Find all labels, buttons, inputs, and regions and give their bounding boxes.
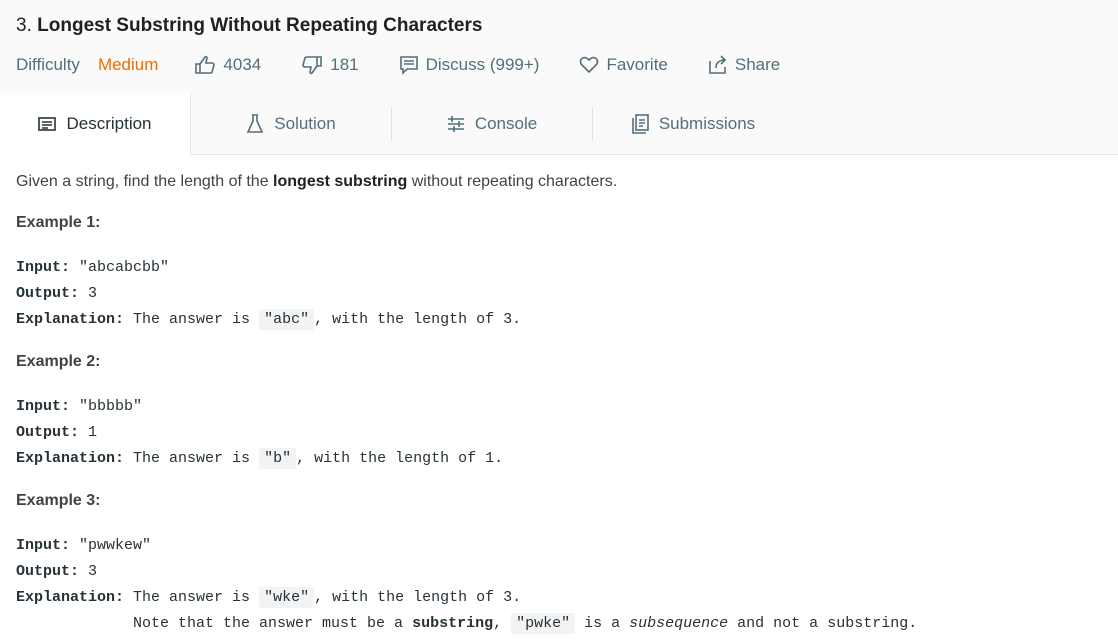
difficulty-label: Difficulty xyxy=(16,55,80,74)
like-button[interactable]: 4034 xyxy=(194,55,261,75)
description-part: Given a string, find the length of the xyxy=(16,173,274,190)
example-block: Input: "abcabcbb" Output: 3 Explanation:… xyxy=(16,255,521,333)
output-value: 1 xyxy=(79,424,98,441)
example-block: Input: "pwwkew" Output: 3 Explanation: T… xyxy=(16,533,917,637)
problem-header: 3. Longest Substring Without Repeating C… xyxy=(0,0,1118,94)
note-italic: subsequence xyxy=(629,615,729,632)
input-value: "pwwkew" xyxy=(70,537,152,554)
tab-console[interactable]: Console xyxy=(392,93,592,154)
output-label: Output: xyxy=(16,563,80,580)
tab-bar: Description Solution Console Submissions xyxy=(0,93,1118,155)
inline-code: "wke" xyxy=(259,587,315,608)
tab-label: Submissions xyxy=(658,113,756,133)
explanation-label: Explanation: xyxy=(16,450,125,467)
tab-label: Description xyxy=(66,114,152,133)
description-text: Given a string, find the length of the l… xyxy=(16,170,1106,194)
problem-number: 3. xyxy=(16,15,32,36)
output-value: 3 xyxy=(79,285,98,302)
explanation-text: The answer is xyxy=(124,311,260,328)
note-bold: substring xyxy=(412,615,494,632)
problem-title: 3. Longest Substring Without Repeating C… xyxy=(16,15,482,37)
tab-submissions[interactable]: Submissions xyxy=(593,93,793,154)
explanation-text: The answer is xyxy=(124,450,260,467)
discuss-label: Discuss (999+) xyxy=(425,55,540,74)
note-text: and not a substring. xyxy=(728,615,918,632)
example-title: Example 1: xyxy=(16,214,101,231)
note-text: is a xyxy=(575,615,630,632)
inline-code: "b" xyxy=(259,448,297,469)
explanation-text: , with the length of 3. xyxy=(314,589,522,606)
inline-code: "pwke" xyxy=(511,613,576,634)
tab-label: Solution xyxy=(274,113,336,133)
flask-icon xyxy=(247,113,264,133)
example-title: Example 2: xyxy=(16,353,101,370)
submissions-icon xyxy=(632,113,649,134)
output-label: Output: xyxy=(16,285,80,302)
description-bold: longest substring xyxy=(273,173,408,190)
input-value: "abcabcbb" xyxy=(70,259,170,276)
input-label: Input: xyxy=(16,259,71,276)
inline-code: "abc" xyxy=(259,309,315,330)
sliders-icon xyxy=(447,115,464,132)
example-title: Example 3: xyxy=(16,492,101,509)
explanation-label: Explanation: xyxy=(16,589,125,606)
note-text: , xyxy=(493,615,512,632)
share-button[interactable]: Share xyxy=(708,55,780,75)
explanation-text: The answer is xyxy=(124,589,260,606)
problem-description: Given a string, find the length of the l… xyxy=(16,170,1106,634)
output-label: Output: xyxy=(16,424,80,441)
share-label: Share xyxy=(734,55,781,74)
explanation-label: Explanation: xyxy=(16,311,125,328)
dislike-count: 181 xyxy=(330,55,359,74)
description-icon xyxy=(38,117,57,131)
problem-meta: Difficulty Medium 4034 181 Discuss (999+… xyxy=(16,53,820,77)
example-block: Input: "bbbbb" Output: 1 Explanation: Th… xyxy=(16,394,503,472)
note-text: Note that the answer must be a xyxy=(16,615,413,632)
explanation-text: , with the length of 1. xyxy=(296,450,504,467)
thumbs-down-icon xyxy=(302,56,323,75)
like-count: 4034 xyxy=(223,55,262,74)
output-value: 3 xyxy=(79,563,98,580)
description-part: without repeating characters. xyxy=(407,173,618,190)
tab-label: Console xyxy=(474,113,538,133)
favorite-label: Favorite xyxy=(606,55,668,74)
thumbs-up-icon xyxy=(195,55,216,74)
discuss-icon xyxy=(399,56,418,75)
difficulty-value: Medium xyxy=(97,55,159,74)
tab-description[interactable]: Description xyxy=(0,93,191,155)
heart-icon xyxy=(580,56,599,74)
input-value: "bbbbb" xyxy=(70,398,143,415)
tab-solution[interactable]: Solution xyxy=(191,93,391,154)
problem-name: Longest Substring Without Repeating Char… xyxy=(37,15,483,36)
discuss-link[interactable]: Discuss (999+) xyxy=(399,55,540,75)
share-icon xyxy=(709,55,727,74)
input-label: Input: xyxy=(16,537,71,554)
dislike-button[interactable]: 181 xyxy=(301,55,359,75)
input-label: Input: xyxy=(16,398,71,415)
explanation-text: , with the length of 3. xyxy=(314,311,522,328)
favorite-button[interactable]: Favorite xyxy=(579,55,668,75)
